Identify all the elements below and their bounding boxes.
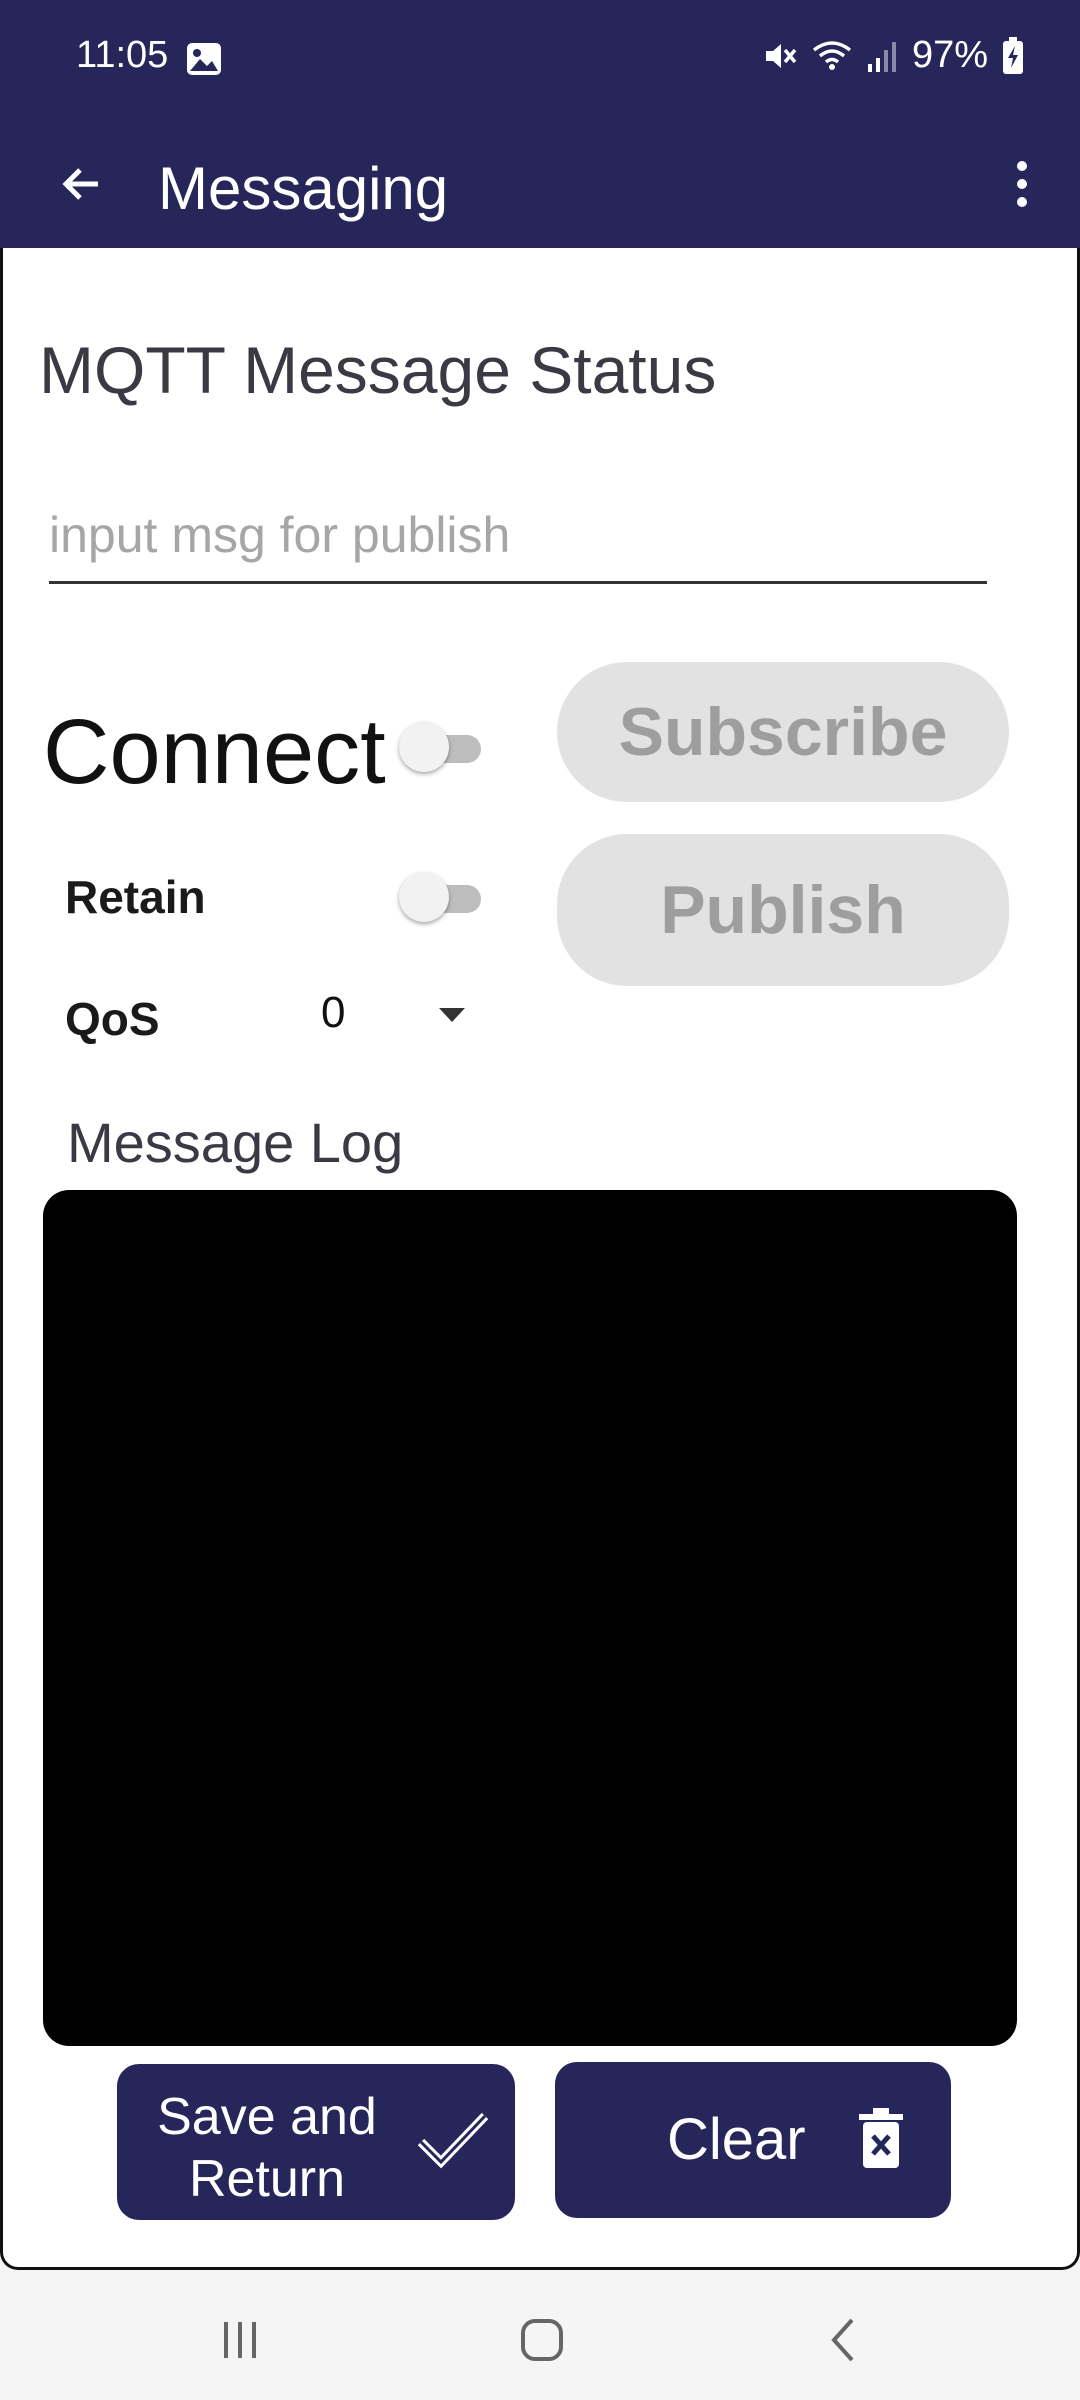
system-nav-bar <box>0 2270 1080 2400</box>
qos-selected-value: 0 <box>321 988 346 1037</box>
connect-switch-thumb <box>399 722 449 772</box>
check-icon <box>417 2108 489 2177</box>
clear-label: Clear <box>667 2107 806 2172</box>
status-time: 11:05 <box>76 34 169 76</box>
clear-button[interactable]: Clear <box>555 2062 951 2218</box>
app-bar: Messaging <box>0 120 1080 248</box>
battery-charging-icon <box>1002 36 1024 75</box>
gallery-icon <box>186 42 222 76</box>
messaging-screen: 11:05 97% Messaging MQTT Message Status … <box>0 0 1080 2400</box>
save-and-return-label: Save and Return <box>157 2086 377 2210</box>
main-content: MQTT Message Status Connect Subscribe Re… <box>0 248 1080 2270</box>
app-title: Messaging <box>158 155 449 222</box>
wifi-icon <box>812 38 852 74</box>
message-log-label: Message Log <box>67 1111 404 1174</box>
overflow-menu-icon[interactable] <box>982 144 1062 224</box>
message-log[interactable] <box>43 1190 1017 2046</box>
back-arrow-icon[interactable] <box>42 144 122 224</box>
recents-icon[interactable] <box>200 2300 280 2380</box>
subscribe-button[interactable]: Subscribe <box>557 662 1009 802</box>
connect-label: Connect <box>43 701 386 803</box>
publish-button[interactable]: Publish <box>557 834 1009 986</box>
save-label-line1: Save and <box>157 2088 377 2146</box>
retain-switch-thumb <box>399 872 449 922</box>
save-and-return-button[interactable]: Save and Return <box>117 2064 515 2220</box>
page-heading: MQTT Message Status <box>39 333 717 407</box>
message-input-container <box>49 488 987 584</box>
battery-text: 97% <box>911 34 988 76</box>
save-label-line2: Return <box>188 2150 346 2208</box>
qos-label: QoS <box>65 993 160 1045</box>
signal-icon <box>866 38 898 74</box>
qos-dropdown[interactable]: 0 <box>303 978 483 1058</box>
message-input[interactable] <box>49 488 987 581</box>
home-icon[interactable] <box>502 2300 582 2380</box>
connect-switch[interactable] <box>399 720 485 774</box>
status-bar: 11:05 97% <box>0 0 1080 120</box>
retain-switch[interactable] <box>399 870 485 924</box>
status-indicators: 97% <box>762 34 1024 77</box>
back-icon[interactable] <box>804 2300 884 2380</box>
retain-label: Retain <box>65 871 206 923</box>
dropdown-arrow-icon <box>437 1006 467 1029</box>
mute-icon <box>762 38 798 74</box>
delete-icon <box>855 2106 907 2175</box>
